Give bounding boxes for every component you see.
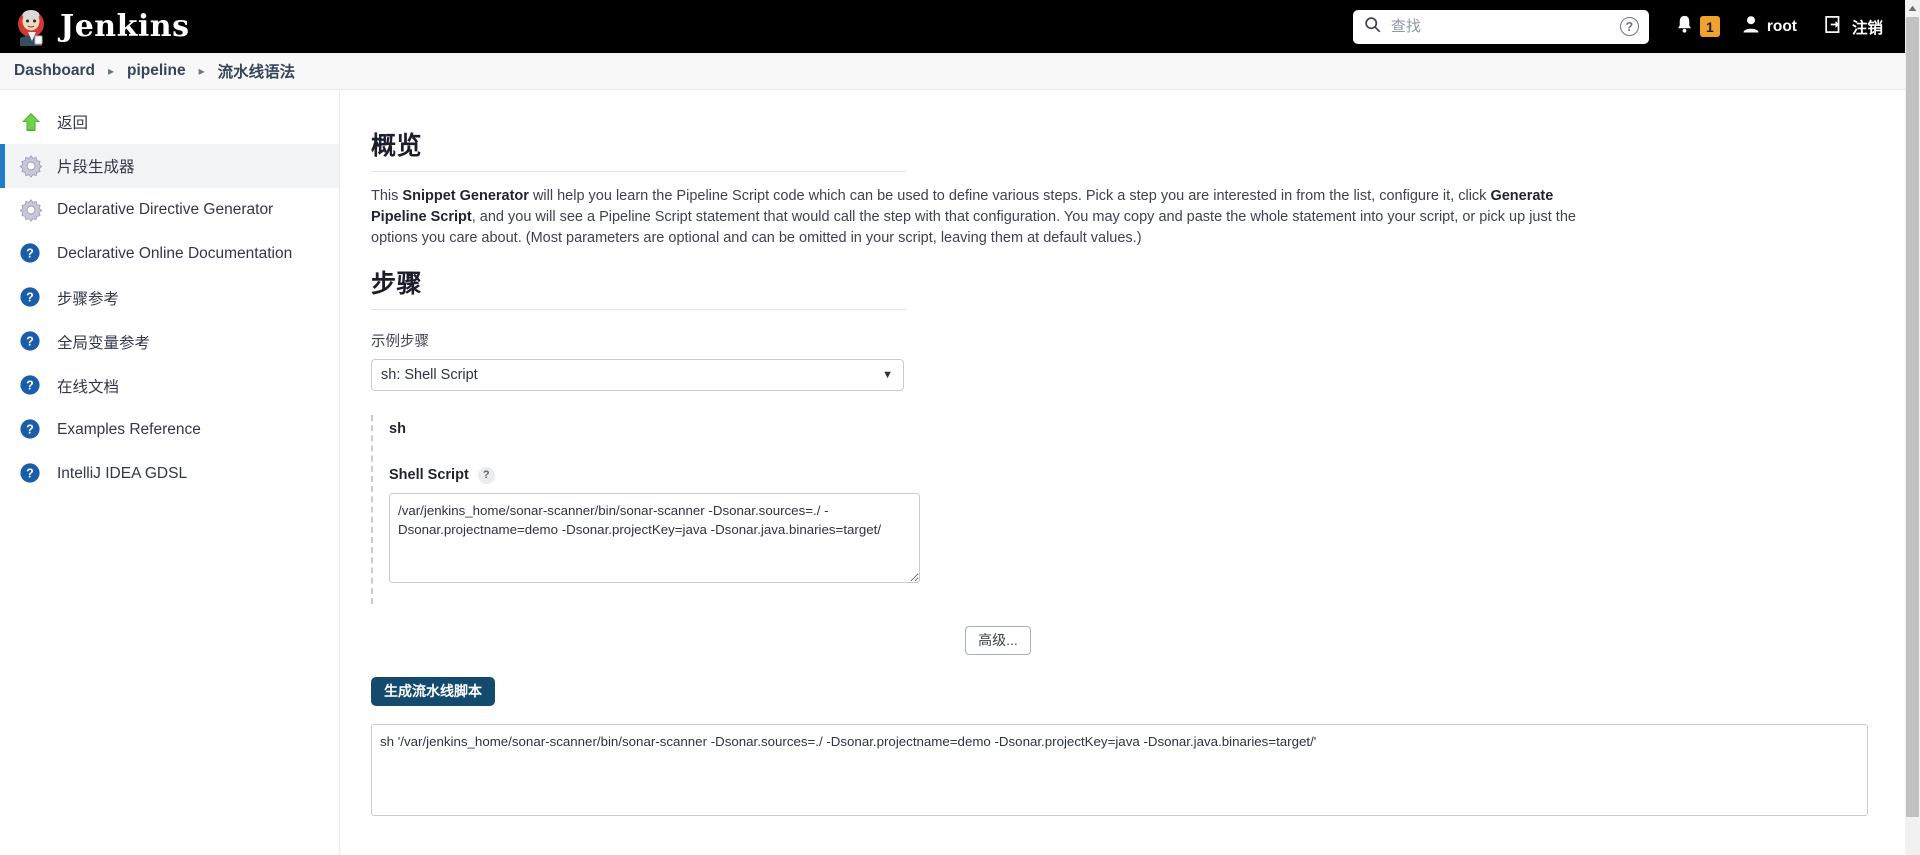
breadcrumb: Dashboard ▸ pipeline ▸ 流水线语法 (0, 53, 1905, 90)
svg-text:?: ? (26, 291, 34, 305)
sidebar-item-label: 全局变量参考 (57, 335, 151, 352)
overview-heading: 概览 (371, 132, 423, 160)
overview-text-3: , and you will see a Pipeline Script sta… (371, 209, 1576, 246)
svg-text:?: ? (26, 423, 34, 437)
sidebar-item-label: Declarative Online Documentation (57, 245, 293, 262)
shell-script-label: Shell Script (389, 467, 469, 483)
steps-divider (371, 308, 906, 310)
breadcrumb-item-pipeline[interactable]: pipeline (127, 62, 186, 80)
scrollbar-thumb[interactable] (1906, 17, 1919, 817)
step-name-label: sh (389, 420, 406, 437)
gear-icon (19, 198, 43, 222)
svg-text:?: ? (26, 247, 34, 261)
overview-text-2: will help you learn the Pipeline Script … (528, 188, 1491, 204)
sidebar-item-declarative-online-documentation[interactable]: ? Declarative Online Documentation (0, 232, 339, 276)
logout-icon (1825, 15, 1845, 39)
shell-script-label-row: Shell Script ? (389, 466, 1031, 484)
sidebar-item-examples-reference[interactable]: ? Examples Reference (0, 408, 339, 452)
sample-step-select-wrapper: sh: Shell Script ▼ (371, 358, 904, 391)
steps-heading: 步骤 (371, 269, 423, 298)
step-config-block: sh Shell Script ? (371, 414, 1031, 604)
sidebar-item-intellij-idea-gdsl[interactable]: ? IntelliJ IDEA GDSL (0, 452, 339, 496)
overview-bold-snippet-generator: Snippet Generator (402, 188, 529, 204)
sidebar-item-label: 返回 (57, 115, 89, 132)
sidebar-item-label: IntelliJ IDEA GDSL (57, 465, 188, 482)
help-icon: ? (19, 286, 43, 310)
header-actions: ? 1 root (1352, 0, 1905, 53)
logout-label: 注销 (1851, 19, 1883, 37)
breadcrumb-item-current[interactable]: 流水线语法 (218, 60, 296, 82)
logout-button[interactable]: 注销 (1825, 15, 1883, 39)
user-menu-button[interactable]: root (1742, 15, 1797, 39)
breadcrumb-item-dashboard[interactable]: Dashboard (14, 62, 95, 80)
main-content: 概览 This Snippet Generator will help you … (341, 90, 1905, 855)
user-name-label: root (1766, 17, 1797, 35)
generated-script-output[interactable] (371, 723, 1868, 816)
sidebar-item-label: Declarative Directive Generator (57, 201, 274, 218)
sidebar-item-label: Examples Reference (57, 421, 201, 438)
top-header: Jenkins ? 1 (0, 0, 1905, 53)
search-icon (1364, 16, 1381, 38)
person-icon (1742, 15, 1760, 39)
svg-text:?: ? (26, 467, 34, 481)
notification-count-badge: 1 (1699, 16, 1720, 37)
bell-icon (1675, 14, 1694, 39)
search-input[interactable] (1388, 17, 1612, 36)
scroll-up-arrow-icon[interactable] (1905, 0, 1920, 16)
sample-step-label: 示例步骤 (371, 333, 429, 350)
sidebar-item-label: 片段生成器 (57, 159, 135, 176)
gear-icon (19, 154, 43, 178)
brand-title: Jenkins (60, 8, 190, 44)
jenkins-butler-logo-icon (14, 8, 50, 46)
overview-divider (371, 171, 906, 172)
help-icon: ? (19, 462, 43, 486)
page-scrollbar[interactable] (1905, 0, 1920, 855)
overview-description: This Snippet Generator will help you lea… (371, 186, 1611, 249)
advanced-button-row: 高级... (371, 625, 1031, 655)
sidebar-item-step-reference[interactable]: ? 步骤参考 (0, 276, 339, 320)
search-box[interactable]: ? (1352, 9, 1649, 44)
sidebar-item-back[interactable]: 返回 (0, 100, 339, 144)
notifications-button[interactable]: 1 (1675, 14, 1720, 39)
sample-step-select[interactable]: sh: Shell Script (371, 358, 904, 391)
sidebar: 返回 片段生成器 Declarative Directive Generator… (0, 90, 340, 855)
up-arrow-icon (19, 110, 43, 134)
help-icon: ? (19, 418, 43, 442)
breadcrumb-separator-icon: ▸ (198, 64, 205, 78)
sidebar-item-label: 在线文档 (57, 379, 120, 396)
sidebar-item-declarative-directive-generator[interactable]: Declarative Directive Generator (0, 188, 339, 232)
breadcrumb-separator-icon: ▸ (107, 64, 114, 78)
sidebar-item-label: 步骤参考 (57, 291, 120, 308)
svg-text:?: ? (26, 379, 34, 393)
jenkins-home-link[interactable]: Jenkins (14, 8, 189, 46)
help-icon: ? (19, 242, 43, 266)
generate-pipeline-script-button[interactable]: 生成流水线脚本 (371, 676, 495, 706)
advanced-button[interactable]: 高级... (965, 625, 1031, 655)
overview-text-1: This (371, 188, 403, 204)
svg-text:?: ? (26, 335, 34, 349)
sidebar-item-snippet-generator[interactable]: 片段生成器 (0, 144, 339, 188)
sidebar-item-online-documentation[interactable]: ? 在线文档 (0, 364, 339, 408)
shell-script-input[interactable] (389, 492, 920, 583)
shell-script-help-icon[interactable]: ? (477, 466, 495, 484)
search-help-icon[interactable]: ? (1619, 17, 1639, 36)
sidebar-item-global-variable-reference[interactable]: ? 全局变量参考 (0, 320, 339, 364)
help-icon: ? (19, 374, 43, 398)
help-icon: ? (19, 330, 43, 354)
